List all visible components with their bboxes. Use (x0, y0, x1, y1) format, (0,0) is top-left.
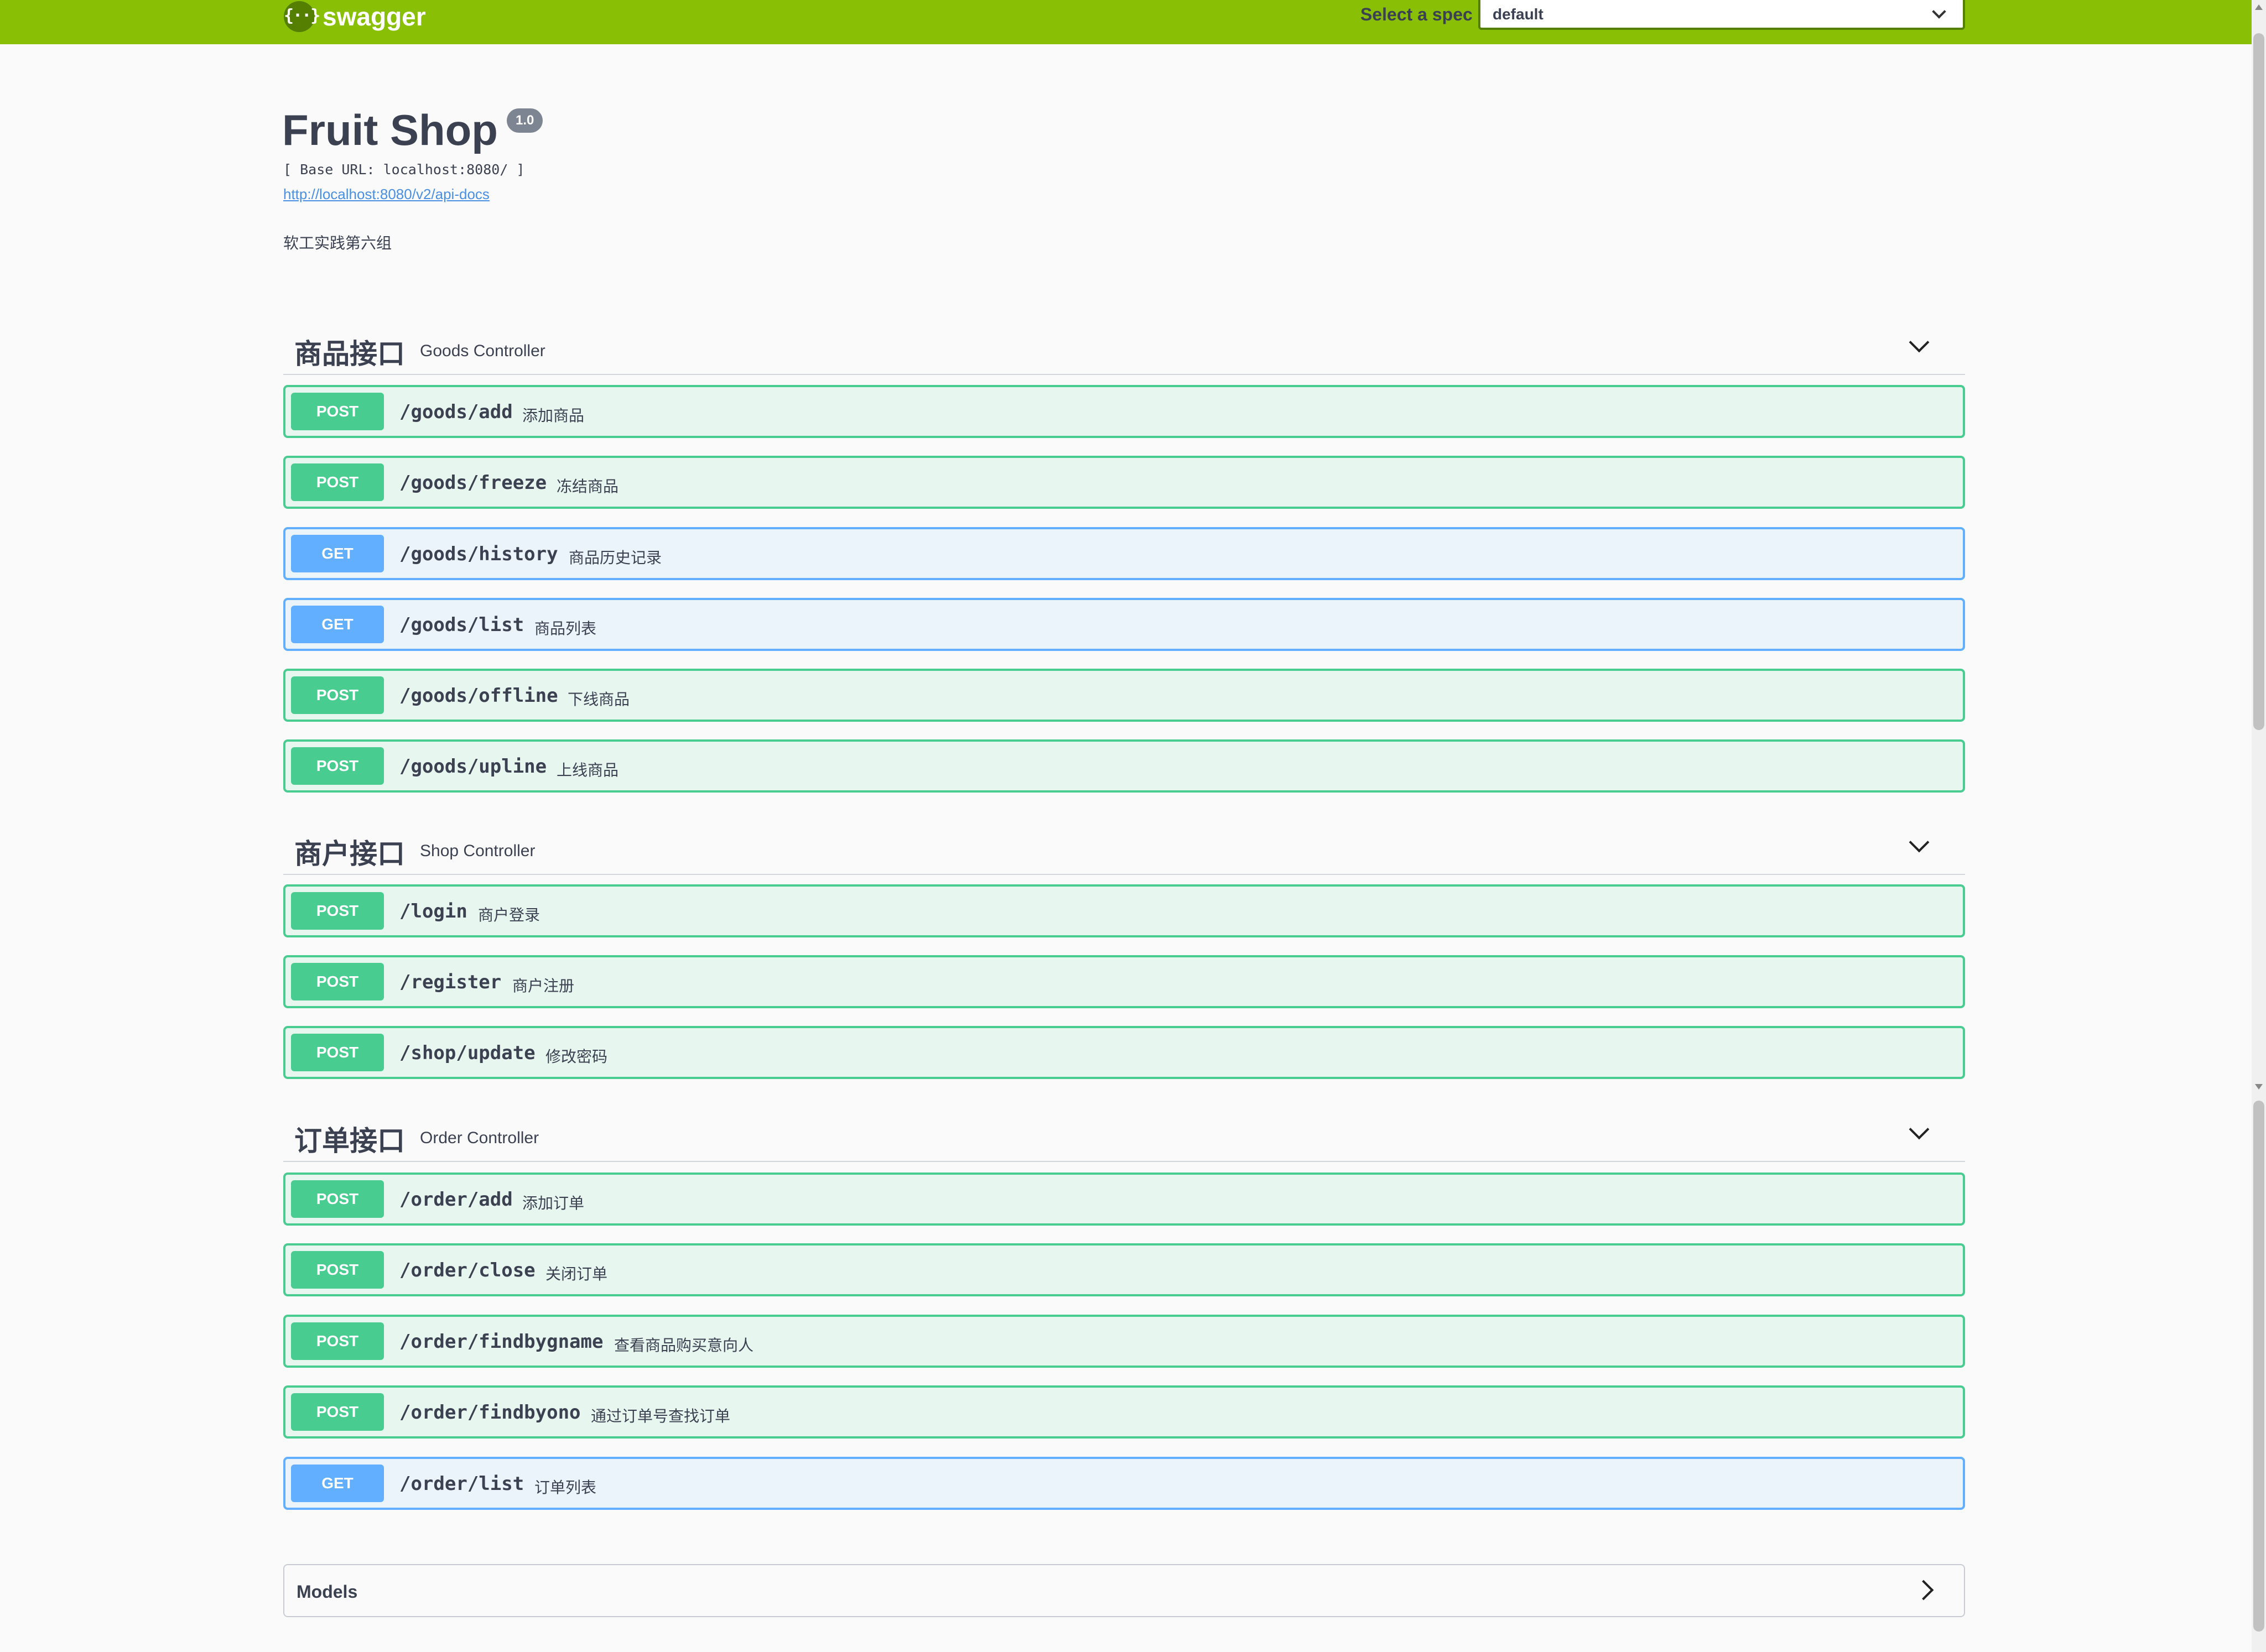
version-badge: 1.0 (507, 108, 543, 133)
operation-summary: 商品列表 (534, 620, 597, 637)
operation-path: /order/add (399, 1189, 513, 1211)
operation-row[interactable]: POST /shop/update 修改密码 (283, 1026, 1965, 1079)
chevron-down-icon[interactable] (1909, 832, 1930, 853)
swagger-logo-text: swagger (323, 2, 426, 31)
operation-summary: 商品历史记录 (569, 549, 662, 566)
method-badge: POST (291, 1322, 384, 1360)
operation-row[interactable]: POST /goods/freeze 冻结商品 (283, 456, 1965, 509)
operation-summary: 修改密码 (545, 1048, 608, 1065)
operation-row[interactable]: POST /goods/offline 下线商品 (283, 669, 1965, 722)
operation-row[interactable]: GET /order/list 订单列表 (283, 1457, 1965, 1510)
tag-name: 订单接口 (294, 1125, 405, 1156)
operation-path: /goods/freeze (399, 472, 547, 494)
operation-row[interactable]: POST /goods/upline 上线商品 (283, 739, 1965, 793)
operation-summary: 上线商品 (557, 762, 619, 779)
tag-goods-controller[interactable]: 商品接口 Goods Controller (283, 319, 1965, 375)
topbar: {··} swagger Select a spec default (0, 0, 2252, 44)
tag-order-controller[interactable]: 订单接口 Order Controller (283, 1106, 1965, 1162)
operation-row[interactable]: POST /login 商户登录 (283, 884, 1965, 937)
tag-name: 商户接口 (294, 838, 405, 869)
tag-description: Goods Controller (420, 342, 545, 360)
operation-path: /shop/update (399, 1042, 536, 1064)
operation-summary: 冻结商品 (557, 478, 619, 495)
operation-path: /goods/offline (399, 685, 558, 707)
scrollbar-thumb[interactable] (2253, 33, 2264, 730)
method-badge: POST (291, 1180, 384, 1218)
chevron-down-icon (1932, 4, 1946, 19)
tag-description: Order Controller (420, 1129, 539, 1147)
tag-description: Shop Controller (420, 842, 536, 860)
models-section[interactable]: Models (283, 1564, 1965, 1617)
models-title: Models (297, 1582, 358, 1602)
chevron-down-icon[interactable] (1909, 332, 1930, 353)
operation-row[interactable]: GET /goods/history 商品历史记录 (283, 527, 1965, 580)
operation-row[interactable]: POST /register 商户注册 (283, 955, 1965, 1008)
base-url: [ Base URL: localhost:8080/ ] (283, 161, 525, 178)
api-title: Fruit Shop (282, 106, 498, 154)
method-badge: POST (291, 1251, 384, 1289)
spec-select[interactable]: default (1478, 0, 1965, 30)
api-docs-link[interactable]: http://localhost:8080/v2/api-docs (283, 186, 490, 203)
operation-path: /order/findbygname (399, 1331, 604, 1353)
spec-select-value: default (1493, 6, 1543, 23)
operation-summary: 下线商品 (568, 691, 630, 708)
method-badge: POST (291, 676, 384, 714)
method-badge: POST (291, 393, 384, 430)
method-badge: POST (291, 747, 384, 785)
method-badge: POST (291, 1034, 384, 1071)
tag-shop-controller[interactable]: 商户接口 Shop Controller (283, 819, 1965, 875)
method-badge: GET (291, 535, 384, 572)
operation-summary: 查看商品购买意向人 (614, 1337, 754, 1354)
operation-path: /login (399, 900, 467, 923)
method-badge: GET (291, 606, 384, 643)
operation-row[interactable]: POST /order/close 关闭订单 (283, 1243, 1965, 1296)
operation-summary: 关闭订单 (545, 1265, 608, 1283)
operation-path: /order/list (399, 1473, 524, 1495)
operation-row[interactable]: POST /goods/add 添加商品 (283, 385, 1965, 438)
operation-path: /goods/history (399, 543, 558, 565)
scrollbar-thumb-lower[interactable] (2253, 1101, 2264, 1632)
operation-row[interactable]: POST /order/findbyono 通过订单号查找订单 (283, 1385, 1965, 1439)
operation-summary: 添加订单 (522, 1195, 585, 1212)
scroll-down-arrow-icon[interactable] (2255, 1084, 2263, 1090)
operation-summary: 添加商品 (522, 407, 585, 424)
swagger-logo[interactable]: {··} swagger (284, 1, 426, 32)
operation-summary: 商户注册 (512, 977, 575, 994)
spec-select-label: Select a spec (1360, 4, 1473, 24)
tag-name: 商品接口 (294, 338, 405, 369)
chevron-right-icon[interactable] (1913, 1580, 1934, 1601)
operation-path: /goods/list (399, 614, 524, 636)
method-badge: POST (291, 463, 384, 501)
operation-summary: 通过订单号查找订单 (591, 1408, 731, 1425)
operation-path: /goods/add (399, 401, 513, 423)
operation-summary: 商户登录 (478, 906, 540, 924)
operation-row[interactable]: POST /order/findbygname 查看商品购买意向人 (283, 1315, 1965, 1368)
operation-row[interactable]: POST /order/add 添加订单 (283, 1172, 1965, 1226)
method-badge: POST (291, 963, 384, 1000)
chevron-down-icon[interactable] (1909, 1119, 1930, 1140)
operation-path: /goods/upline (399, 755, 547, 778)
operation-path: /order/findbyono (399, 1401, 581, 1424)
swagger-logo-icon: {··} (284, 1, 320, 32)
operation-summary: 订单列表 (534, 1479, 597, 1496)
method-badge: GET (291, 1465, 384, 1502)
operation-path: /order/close (399, 1259, 536, 1281)
operation-path: /register (399, 971, 502, 993)
method-badge: POST (291, 1393, 384, 1431)
operation-row[interactable]: GET /goods/list 商品列表 (283, 598, 1965, 651)
api-description: 软工实践第六组 (283, 234, 392, 252)
scroll-up-arrow-icon[interactable] (2255, 4, 2263, 10)
method-badge: POST (291, 892, 384, 930)
